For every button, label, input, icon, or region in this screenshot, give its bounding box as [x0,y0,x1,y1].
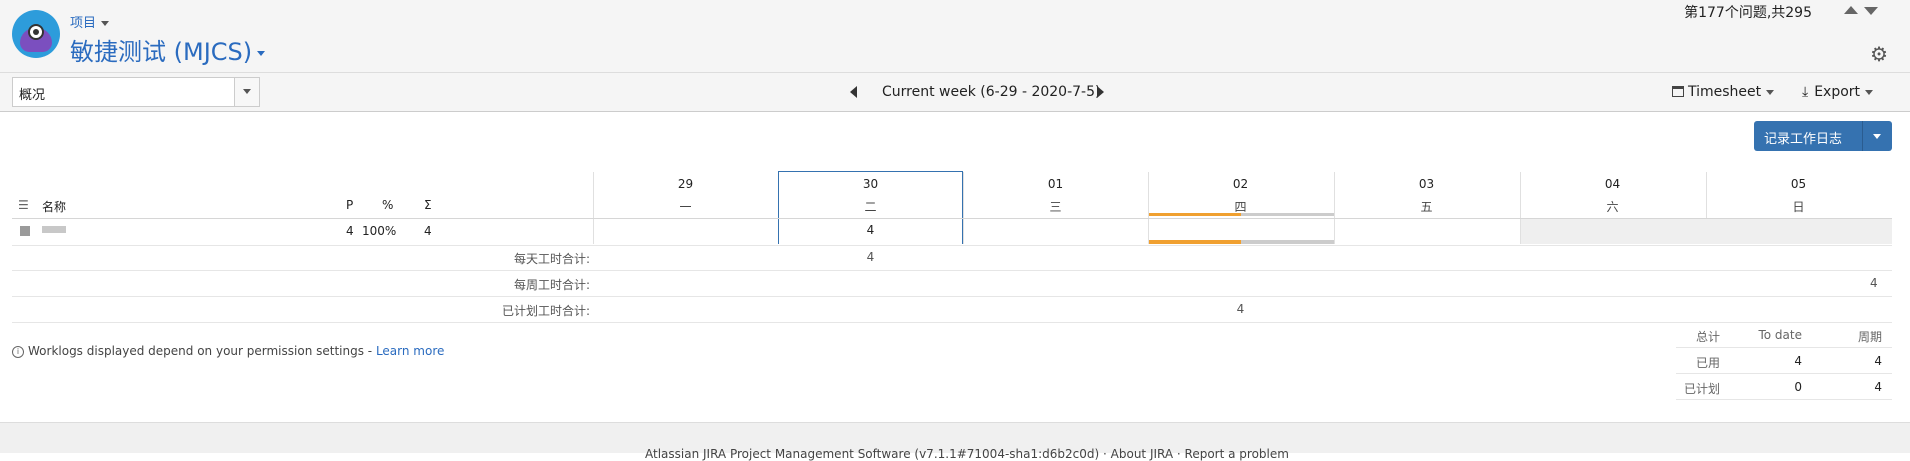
day-weekday: 五 [1420,200,1433,214]
column-header-name: 名称 [42,200,67,214]
project-menu[interactable]: 项目 [70,12,110,31]
day-number: 29 [677,177,694,191]
daily-total-value: 4 [866,250,875,264]
permission-note: i Worklogs displayed depend on your permi… [12,344,444,358]
info-icon: i [12,345,24,358]
planned-progress-bar [1149,240,1241,244]
chevron-down-icon[interactable] [257,50,266,56]
totals-to-date: 0 [1794,380,1802,394]
totals-period: 4 [1874,380,1882,394]
view-select-value: 概况 [19,88,46,103]
totals-period: 4 [1874,354,1882,368]
previous-issue-icon[interactable] [1844,6,1858,14]
day-weekday: 六 [1606,200,1619,214]
week-label: Current week (6-29 - 2020-7-5) [882,84,1101,100]
export-icon: ⤓ [1802,84,1809,100]
footer: Atlassian JIRA Project Management Softwa… [0,422,1910,461]
day-number: 02 [1232,177,1249,191]
day-number: 01 [1047,177,1064,191]
chevron-down-icon [1766,89,1775,95]
calendar-icon [1672,86,1684,97]
export-button[interactable]: ⤓ Export [1802,84,1874,100]
day-weekday: 二 [864,200,877,214]
worklog-cell[interactable]: 4 [778,223,963,237]
project-title-text: 敏捷测试 (MJCS) [70,38,253,66]
totals-row-label: 已用 [1695,356,1720,370]
day-number: 03 [1418,177,1435,191]
planned-progress-track [1241,213,1334,216]
column-header-p: P [346,198,354,212]
next-week-icon[interactable] [1097,86,1104,98]
log-work-button[interactable]: 记录工作日志 [1754,121,1892,151]
totals-to-date: 4 [1794,354,1802,368]
planned-progress-bar [1149,213,1241,216]
row-sigma-value: 4 [424,224,432,238]
permission-note-text: Worklogs displayed depend on your permis… [28,344,376,358]
planned-total-value: 4 [1236,302,1245,316]
weekend-cells [1521,219,1892,244]
project-title[interactable]: 敏捷测试 (MJCS) [70,32,266,67]
day-weekday: 三 [1049,200,1062,214]
timesheet-label: Timesheet [1688,84,1762,100]
gear-icon[interactable]: ⚙ [1870,42,1888,66]
project-menu-label: 项目 [70,16,97,31]
list-icon[interactable]: ☰ [18,198,29,212]
footer-text: Atlassian JIRA Project Management Softwa… [645,447,1289,461]
toolbar: 概况 Current week (6-29 - 2020-7-5) Timesh… [0,72,1910,112]
planned-total-label: 已计划工时合计: [501,304,590,318]
log-work-dropdown-icon[interactable] [1873,134,1881,139]
totals-row-label: 已计划 [1683,382,1720,396]
day-number: 05 [1790,177,1807,191]
totals-header: 周期 [1857,330,1882,344]
row-p-value: 4 [346,224,354,238]
day-number: 04 [1604,177,1621,191]
project-avatar[interactable] [12,10,60,58]
chevron-down-icon [243,89,251,94]
view-select[interactable]: 概况 [12,77,260,107]
next-issue-icon[interactable] [1864,7,1878,15]
row-percent-value: 100% [362,224,397,238]
previous-week-icon[interactable] [850,86,857,98]
weekly-total-label: 每周工时合计: [513,278,590,292]
issue-summary-blurred[interactable] [42,226,66,233]
planned-progress-track [1241,240,1334,244]
timesheet-button[interactable]: Timesheet [1672,84,1775,100]
day-weekday: 日 [1792,200,1805,214]
totals-header: To date [1758,328,1802,342]
header: 项目 敏捷测试 (MJCS) 第177个问题,共295 ⚙ [0,0,1910,72]
column-header-percent: % [382,198,394,212]
view-select-dropdown[interactable] [234,78,259,106]
chevron-down-icon [1865,89,1874,95]
export-label: Export [1814,84,1861,100]
chevron-down-icon [101,21,110,26]
weekly-total-value: 4 [1870,276,1878,290]
log-work-label: 记录工作日志 [1764,132,1843,147]
issue-type-icon [20,226,30,236]
totals-header: 总计 [1695,330,1720,344]
daily-total-label: 每天工时合计: [513,252,590,266]
column-header-sigma: Σ [424,198,432,212]
day-weekday: 一 [679,200,692,214]
learn-more-link[interactable]: Learn more [376,344,444,358]
issue-counter: 第177个问题,共295 [1684,5,1812,21]
day-number: 30 [862,177,879,191]
